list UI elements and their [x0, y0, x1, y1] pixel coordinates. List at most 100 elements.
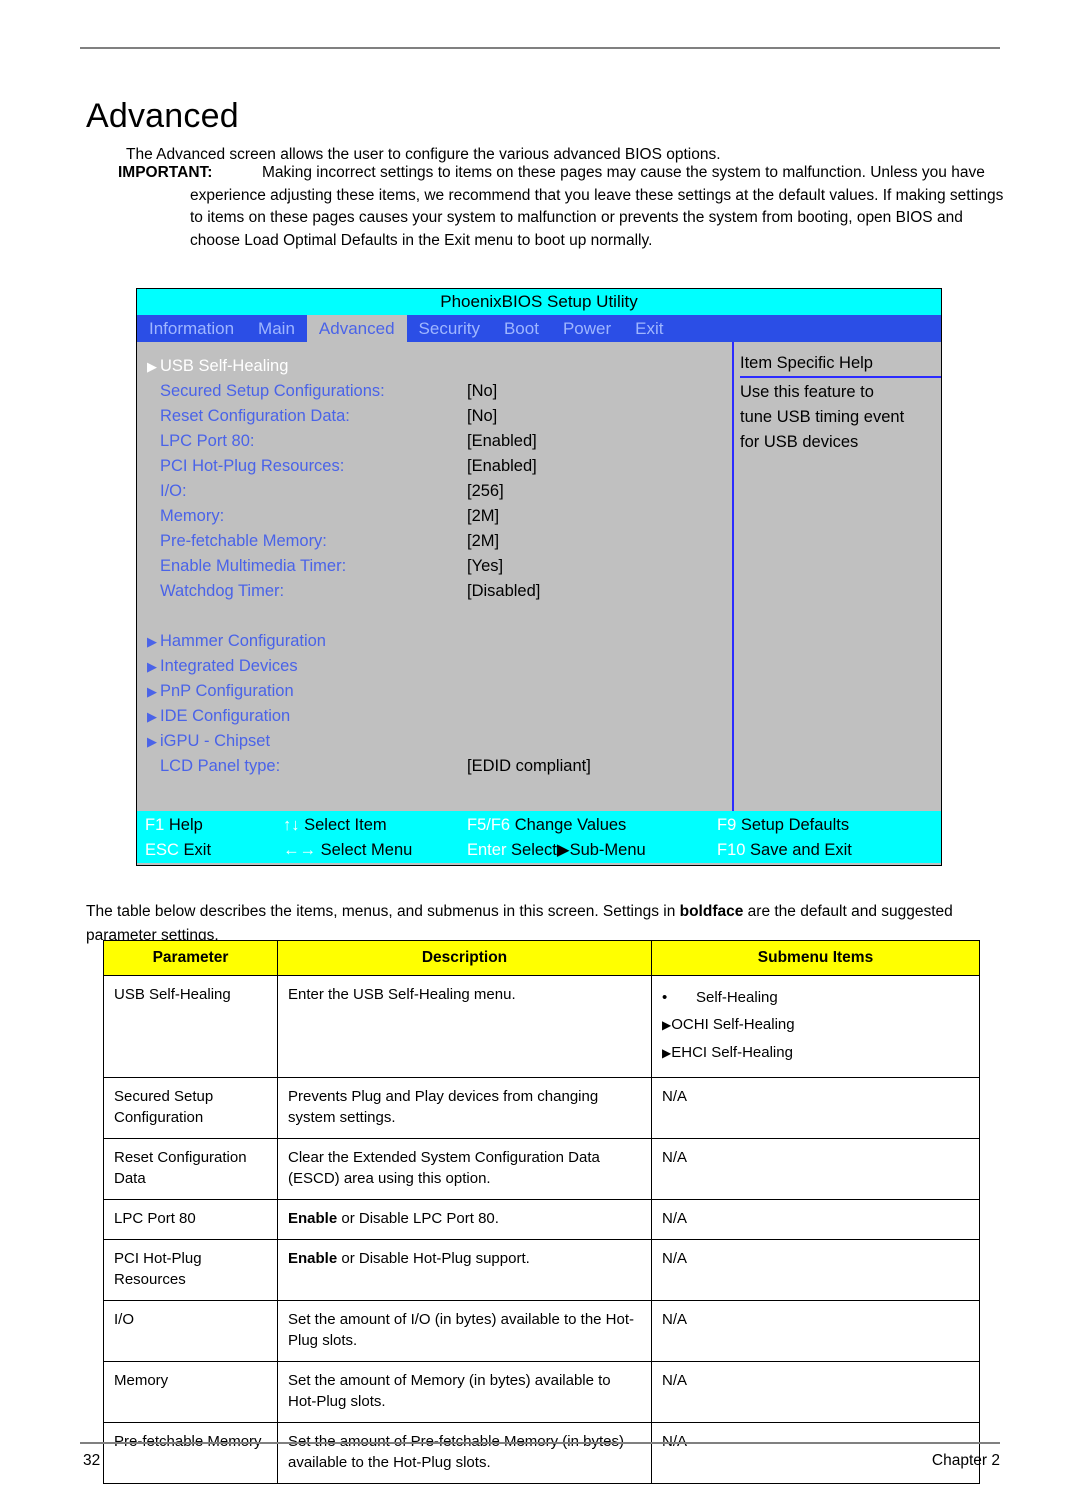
help-text-line: for USB devices: [740, 433, 859, 451]
bios-key-hint: F5/F6 Change Values: [467, 813, 626, 838]
bios-option-value[interactable]: [Enabled]: [467, 429, 537, 454]
description-rest: or Disable Hot-Plug support.: [337, 1250, 530, 1267]
cell-submenu-items: N/A: [651, 1077, 980, 1139]
submenu-not-applicable: N/A: [662, 1149, 688, 1166]
submenu-not-applicable: N/A: [662, 1250, 688, 1267]
column-header-description: Description: [277, 940, 652, 976]
bios-option-spacer: [147, 604, 731, 629]
bios-option-reset-configuration-data[interactable]: Reset Configuration Data: [No]: [147, 404, 731, 429]
bios-option-lcd-panel-type[interactable]: LCD Panel type: [EDID compliant]: [147, 754, 731, 779]
bios-key-description: Save and Exit: [750, 841, 852, 859]
cell-parameter: Pre-fetchable Memory: [103, 1422, 278, 1484]
bios-key-description: Change Values: [514, 816, 627, 834]
bios-option-secured-setup-configurations[interactable]: Secured Setup Configurations: [No]: [147, 379, 731, 404]
cell-parameter: Reset Configuration Data: [103, 1138, 278, 1200]
bios-option-igpu-chipset[interactable]: ▶ iGPU - Chipset: [147, 729, 731, 754]
cell-description: Enable or Disable Hot-Plug support.: [277, 1239, 652, 1301]
submenu-not-applicable: N/A: [662, 1088, 688, 1105]
bios-option-watchdog-timer[interactable]: Watchdog Timer: [Disabled]: [147, 579, 731, 604]
bios-option-label: Integrated Devices: [160, 657, 298, 675]
bios-option-value[interactable]: [256]: [467, 479, 504, 504]
cell-parameter: LPC Port 80: [103, 1199, 278, 1240]
chapter-label: Chapter 2: [931, 1452, 1000, 1469]
description-text: Set the amount of Memory (in bytes) avai…: [288, 1372, 611, 1410]
bios-option-value[interactable]: [EDID compliant]: [467, 754, 591, 779]
bios-key-legend: F1 Help ↑↓ Select Item F5/F6 Change Values…: [137, 811, 941, 863]
bios-option-memory[interactable]: Memory: [2M]: [147, 504, 731, 529]
cell-parameter: PCI Hot-Plug Resources: [103, 1239, 278, 1301]
bios-option-value[interactable]: [No]: [467, 379, 497, 404]
table-row: Secured Setup Configuration Prevents Plug…: [103, 1077, 980, 1139]
column-header-submenu: Submenu Items: [651, 940, 980, 976]
bios-option-label: PCI Hot-Plug Resources:: [160, 457, 345, 475]
cell-submenu-items: N/A: [651, 1239, 980, 1301]
cell-submenu-items: N/A: [651, 1422, 980, 1484]
bios-key-hint: Enter Select▶Sub-Menu: [467, 838, 646, 863]
bios-key-description: Setup Defaults: [740, 816, 850, 834]
bios-menu-item-label: Exit: [635, 318, 664, 338]
bios-key-hint: ESC Exit: [145, 838, 211, 863]
bios-key-name: F10: [717, 841, 746, 859]
bios-option-label: Enable Multimedia Timer:: [160, 557, 347, 575]
bios-menu-item-label: Power: [562, 318, 612, 338]
bios-menu-item-exit[interactable]: Exit: [623, 315, 675, 342]
bios-menu-item-information[interactable]: Information: [137, 315, 246, 342]
bios-menu-item-label: Information: [149, 318, 235, 338]
item-specific-help-panel: Item Specific Help Use this feature to tu…: [732, 342, 941, 811]
default-value-emphasis: Enable: [288, 1210, 338, 1227]
cell-description: Prevents Plug and Play devices from chan…: [277, 1077, 652, 1139]
bios-option-value[interactable]: [Enabled]: [467, 454, 537, 479]
bios-menu-item-power[interactable]: Power: [551, 315, 623, 342]
submenu-not-applicable: N/A: [662, 1210, 688, 1227]
bios-option-hammer-configuration[interactable]: ▶ Hammer Configuration: [147, 629, 731, 654]
table-row: Memory Set the amount of Memory (in bytes…: [103, 1361, 980, 1423]
table-row: Pre-fetchable Memory Set the amount of Pr…: [103, 1422, 980, 1484]
bios-option-lpc-port-80[interactable]: LPC Port 80: [Enabled]: [147, 429, 731, 454]
bios-option-ide-configuration[interactable]: ▶ IDE Configuration: [147, 704, 731, 729]
bios-option-enable-multimedia-timer[interactable]: Enable Multimedia Timer: [Yes]: [147, 554, 731, 579]
bios-option-pnp-configuration[interactable]: ▶ PnP Configuration: [147, 679, 731, 704]
bios-setup-screen: PhoenixBIOS Setup Utility Information Mai…: [136, 288, 942, 866]
bios-option-i-o[interactable]: I/O: [256]: [147, 479, 731, 504]
submenu-not-applicable: N/A: [662, 1372, 688, 1389]
bios-key-name: ←→: [283, 841, 316, 859]
bios-option-usb-self-healing[interactable]: ▶ USB Self-Healing: [147, 354, 731, 379]
bios-menu-item-advanced[interactable]: Advanced: [306, 315, 407, 342]
submenu-arrow-icon: ▶: [147, 709, 157, 724]
submenu-list-item: ▶EHCI Self-Healing: [662, 1039, 969, 1067]
default-value-emphasis: Enable: [288, 1250, 338, 1267]
cell-description: Set the amount of Pre-fetchable Memory (…: [277, 1422, 652, 1484]
table-header-row: Parameter Description Submenu Items: [103, 940, 980, 976]
bios-menu-item-main[interactable]: Main: [246, 315, 307, 342]
bios-key-name: ↑↓: [283, 816, 300, 834]
bios-menu-item-security[interactable]: Security: [407, 315, 492, 342]
cell-description: Enable or Disable LPC Port 80.: [277, 1199, 652, 1240]
cell-parameter: Memory: [103, 1361, 278, 1423]
bios-key-description: Help: [168, 816, 203, 834]
bios-option-value[interactable]: [2M]: [467, 504, 499, 529]
table-row: I/O Set the amount of I/O (in bytes) avai…: [103, 1300, 980, 1362]
bullet-dot-icon: •: [662, 989, 668, 1006]
bios-option-label: iGPU - Chipset: [160, 732, 271, 750]
bios-option-pre-fetchable-memory[interactable]: Pre-fetchable Memory: [2M]: [147, 529, 731, 554]
bios-key-description: Select▶Sub-Menu: [511, 841, 646, 859]
bios-option-label: Memory:: [160, 507, 225, 525]
bios-option-value[interactable]: [2M]: [467, 529, 499, 554]
bios-key-hint: F9 Setup Defaults: [717, 813, 849, 838]
bios-option-integrated-devices[interactable]: ▶ Integrated Devices: [147, 654, 731, 679]
bios-menu-item-boot[interactable]: Boot: [492, 315, 551, 342]
bios-title-bar: PhoenixBIOS Setup Utility: [137, 289, 941, 315]
bios-option-value[interactable]: [Yes]: [467, 554, 503, 579]
submenu-arrow-icon: ▶: [147, 359, 157, 374]
column-header-parameter: Parameter: [103, 940, 278, 976]
submenu-not-applicable: N/A: [662, 1311, 688, 1328]
bios-option-pci-hot-plug-resources[interactable]: PCI Hot-Plug Resources: [Enabled]: [147, 454, 731, 479]
table-row: USB Self-Healing Enter the USB Self-Heali…: [103, 975, 980, 1078]
footer-rule: [80, 1442, 1000, 1444]
bios-option-value[interactable]: [No]: [467, 404, 497, 429]
bios-option-label: Hammer Configuration: [160, 632, 326, 650]
bios-menu-bar: Information Main Advanced Security Boot Power…: [137, 315, 941, 342]
cell-submenu-items: N/A: [651, 1300, 980, 1362]
bios-key-description: Exit: [183, 841, 212, 859]
bios-option-value[interactable]: [Disabled]: [467, 579, 540, 604]
